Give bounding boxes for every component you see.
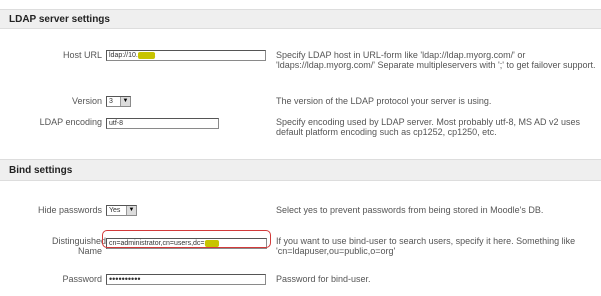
bind-settings-header: Bind settings — [0, 159, 601, 181]
chevron-down-icon[interactable]: ▼ — [120, 97, 130, 106]
chevron-down-icon[interactable]: ▼ — [126, 206, 136, 215]
distinguished-name-description: If you want to use bind-user to search u… — [276, 236, 576, 256]
password-label: Password — [62, 274, 102, 284]
version-description: The version of the LDAP protocol your se… — [276, 96, 492, 106]
host-url-label: Host URL — [62, 50, 102, 60]
password-input[interactable]: •••••••••• — [106, 274, 266, 285]
hide-passwords-label: Hide passwords — [37, 205, 102, 215]
distinguished-name-focus-ring — [102, 230, 271, 248]
ldap-server-settings-header: LDAP server settings — [0, 9, 601, 29]
encoding-label: LDAP encoding — [39, 117, 102, 127]
distinguished-name-label: Distinguished Name — [52, 236, 107, 256]
version-select[interactable]: 3 ▼ — [106, 96, 131, 107]
host-url-input[interactable]: ldap://10.xxxxx — [106, 50, 266, 61]
version-label: Version — [71, 96, 102, 106]
hide-passwords-select[interactable]: Yes ▼ — [106, 205, 137, 216]
host-url-redacted-mark: xxxxx — [137, 52, 156, 59]
hide-passwords-description: Select yes to prevent passwords from bei… — [276, 205, 544, 215]
host-url-value: ldap://10. — [109, 52, 138, 59]
encoding-description: Specify encoding used by LDAP server. Mo… — [276, 117, 580, 137]
version-value: 3 — [109, 98, 113, 105]
host-url-description: Specify LDAP host in URL-form like 'ldap… — [276, 50, 596, 70]
hide-passwords-value: Yes — [109, 207, 121, 214]
encoding-input[interactable]: utf-8 — [106, 118, 219, 129]
password-description: Password for bind-user. — [276, 274, 371, 284]
